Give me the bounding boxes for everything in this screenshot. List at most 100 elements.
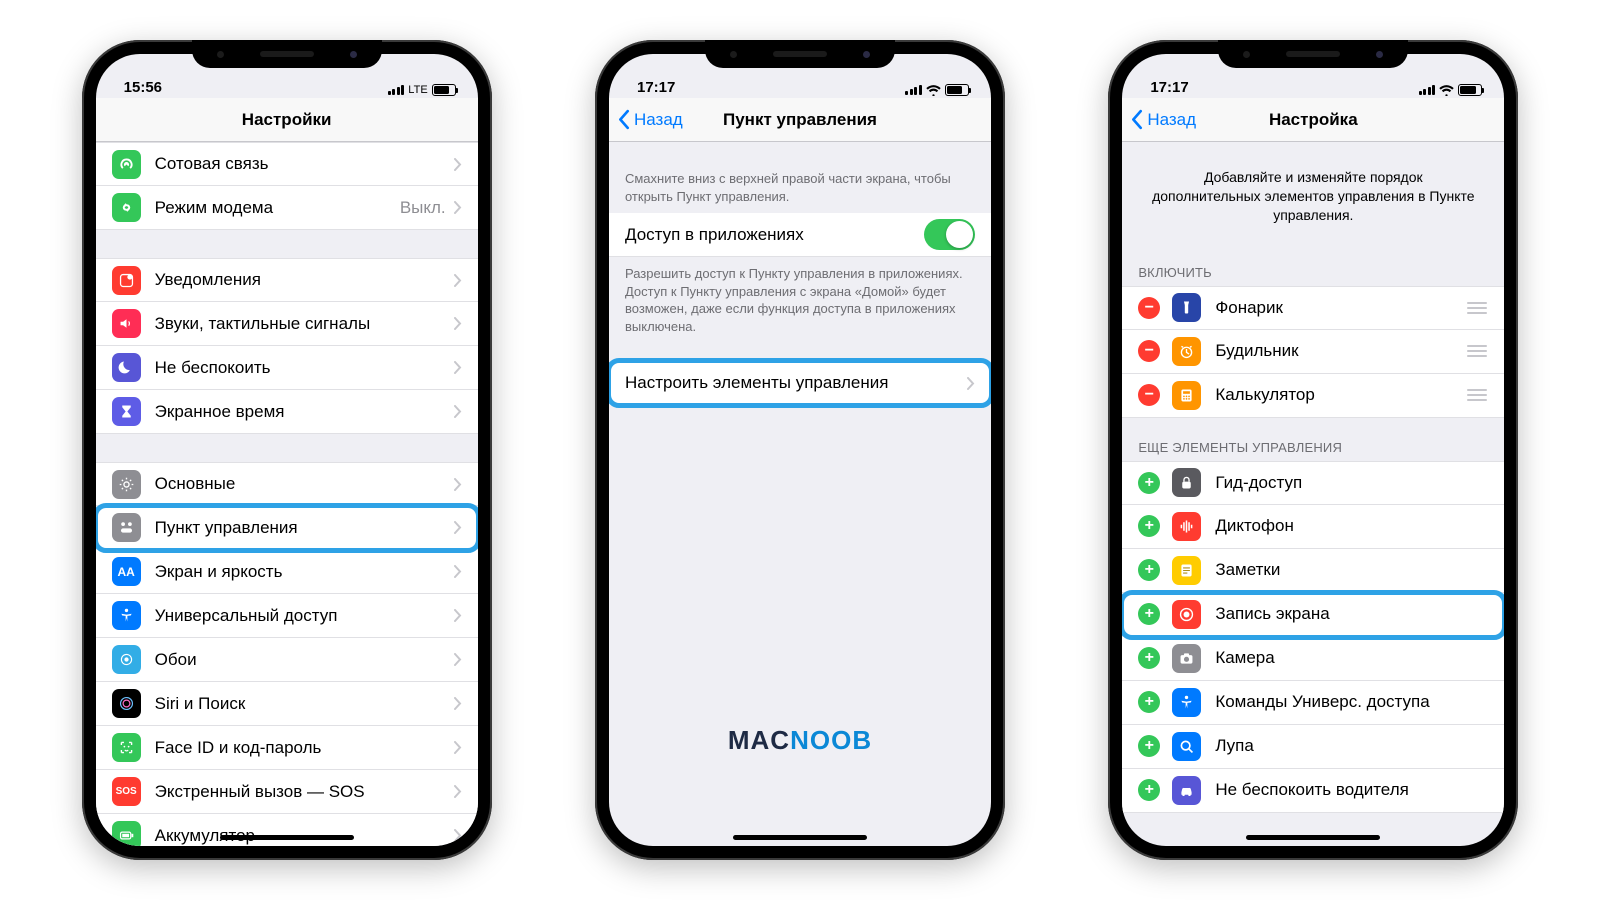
settings-row[interactable]: Не беспокоить [96, 346, 478, 390]
hourglass-icon [112, 397, 141, 426]
chevron-right-icon [967, 377, 975, 390]
settings-row[interactable]: Универсальный доступ [96, 594, 478, 638]
status-time: 17:17 [637, 79, 675, 96]
row-label: Обои [155, 650, 454, 670]
access-icon [112, 601, 141, 630]
more-row[interactable]: + Заметки [1122, 549, 1504, 593]
settings-row[interactable]: Уведомления [96, 258, 478, 302]
settings-row[interactable]: Звуки, тактильные сигналы [96, 302, 478, 346]
row-label: Камера [1215, 648, 1488, 668]
battery-icon [1458, 84, 1482, 96]
navbar: Назад Пункт управления [609, 98, 991, 142]
row-label: Уведомления [155, 270, 454, 290]
page-title: Настройки [242, 110, 332, 130]
add-button[interactable]: + [1138, 515, 1160, 537]
row-label: Не беспокоить водителя [1215, 780, 1488, 800]
home-indicator[interactable] [220, 835, 354, 840]
settings-row[interactable]: Пункт управления [96, 506, 478, 550]
remove-button[interactable]: − [1138, 340, 1160, 362]
more-row[interactable]: + Лупа [1122, 725, 1504, 769]
remove-button[interactable]: − [1138, 384, 1160, 406]
siri-icon [112, 689, 141, 718]
alarm-icon [1172, 337, 1201, 366]
row-label: Лупа [1215, 736, 1488, 756]
settings-row[interactable]: Обои [96, 638, 478, 682]
record-icon [1172, 600, 1201, 629]
gear-icon [112, 470, 141, 499]
home-indicator[interactable] [1246, 835, 1380, 840]
settings-list[interactable]: Сотовая связь Режим модема Выкл. Уведомл… [96, 142, 478, 846]
flashlight-icon [1172, 293, 1201, 322]
status-time: 15:56 [124, 79, 162, 96]
voice-icon [1172, 512, 1201, 541]
page-title: Пункт управления [723, 110, 877, 130]
row-label: Будильник [1215, 341, 1466, 361]
add-button[interactable]: + [1138, 691, 1160, 713]
drag-handle-icon[interactable] [1466, 345, 1488, 357]
chevron-right-icon [454, 158, 462, 171]
chevron-right-icon [454, 361, 462, 374]
more-row[interactable]: + Гид-доступ [1122, 461, 1504, 505]
row-customize-controls[interactable]: Настроить элементы управления [609, 361, 991, 405]
settings-row[interactable]: Siri и Поиск [96, 682, 478, 726]
back-button[interactable]: Назад [617, 109, 683, 130]
settings-row[interactable]: Face ID и код-пароль [96, 726, 478, 770]
more-row[interactable]: + Камера [1122, 637, 1504, 681]
add-button[interactable]: + [1138, 472, 1160, 494]
phone-settings: 15:56 LTE Настройки Сотовая связь Режим … [82, 40, 492, 860]
more-row[interactable]: + Не беспокоить водителя [1122, 769, 1504, 813]
moon-icon [112, 353, 141, 382]
chevron-left-icon [1130, 109, 1143, 130]
navbar: Настройки [96, 98, 478, 142]
settings-row[interactable]: Аккумулятор [96, 814, 478, 846]
add-button[interactable]: + [1138, 779, 1160, 801]
settings-row[interactable]: AA Экран и яркость [96, 550, 478, 594]
add-button[interactable]: + [1138, 603, 1160, 625]
included-row[interactable]: − Будильник [1122, 330, 1504, 374]
chevron-right-icon [454, 478, 462, 491]
intro-text: Добавляйте и изменяйте порядок дополните… [1122, 142, 1504, 243]
settings-row[interactable]: Сотовая связь [96, 142, 478, 186]
included-row[interactable]: − Калькулятор [1122, 374, 1504, 418]
row-sublabel: Выкл. [400, 198, 446, 218]
description-swipe: Смахните вниз с верхней правой части экр… [609, 142, 991, 213]
row-label: Face ID и код-пароль [155, 738, 454, 758]
add-button[interactable]: + [1138, 735, 1160, 757]
cellular-signal-icon [1419, 85, 1436, 95]
row-label: Диктофон [1215, 516, 1488, 536]
notch [1218, 40, 1408, 68]
back-button[interactable]: Назад [1130, 109, 1196, 130]
add-button[interactable]: + [1138, 559, 1160, 581]
row-access-in-apps[interactable]: Доступ в приложениях [609, 213, 991, 257]
remove-button[interactable]: − [1138, 297, 1160, 319]
more-row[interactable]: + Запись экрана [1122, 593, 1504, 637]
row-label: Режим модема [155, 198, 400, 218]
more-row[interactable]: + Диктофон [1122, 505, 1504, 549]
row-label: Экранное время [155, 402, 454, 422]
more-row[interactable]: + Команды Универс. доступа [1122, 681, 1504, 725]
phone-customize: 17:17 Назад Настройка Добавляйте и измен… [1108, 40, 1518, 860]
navbar: Назад Настройка [1122, 98, 1504, 142]
chevron-right-icon [454, 521, 462, 534]
toggle-on[interactable] [924, 219, 975, 250]
settings-row[interactable]: Основные [96, 462, 478, 506]
back-label: Назад [634, 110, 683, 130]
included-row[interactable]: − Фонарик [1122, 286, 1504, 330]
drag-handle-icon[interactable] [1466, 302, 1488, 314]
row-label: Сотовая связь [155, 154, 454, 174]
settings-row[interactable]: Режим модема Выкл. [96, 186, 478, 230]
section-include: ВКЛЮЧИТЬ [1122, 243, 1504, 286]
network-label: LTE [408, 84, 427, 96]
add-button[interactable]: + [1138, 647, 1160, 669]
chevron-right-icon [454, 317, 462, 330]
drag-handle-icon[interactable] [1466, 389, 1488, 401]
note-icon [1172, 556, 1201, 585]
home-indicator[interactable] [733, 835, 867, 840]
settings-row[interactable]: Экранное время [96, 390, 478, 434]
chevron-right-icon [454, 609, 462, 622]
faceid-icon [112, 733, 141, 762]
settings-row[interactable]: SOS Экстренный вызов — SOS [96, 770, 478, 814]
chevron-left-icon [617, 109, 630, 130]
notif-icon [112, 266, 141, 295]
customize-list[interactable]: Добавляйте и изменяйте порядок дополните… [1122, 142, 1504, 846]
